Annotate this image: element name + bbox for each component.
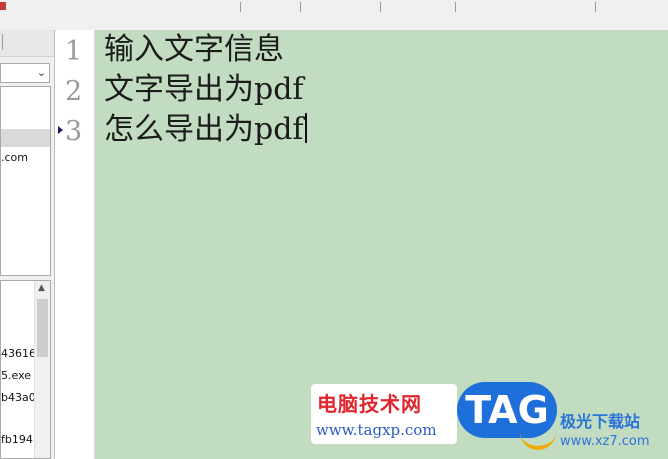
watermark-url: www.tagxp.com xyxy=(316,421,437,439)
line-number: 2 xyxy=(65,76,83,107)
left-panel-tab[interactable] xyxy=(0,30,54,57)
line-number: 1 xyxy=(65,36,83,67)
toolbar-separator xyxy=(380,2,381,12)
list-item[interactable]: 5.exe xyxy=(1,369,31,382)
scroll-up-icon[interactable]: ▲ xyxy=(38,283,45,293)
left-panel: ⌄ .com 43616 5.exe b43a0 fb194 ▲ xyxy=(0,30,55,459)
toolbar-separator xyxy=(455,2,456,12)
list-item[interactable]: .com xyxy=(1,151,28,164)
chevron-down-icon[interactable]: ⌄ xyxy=(37,66,46,79)
editor-line[interactable]: 怎么导出为pdf xyxy=(104,110,307,150)
watermark-brand: 电脑技术网 xyxy=(317,392,422,416)
scrollbar[interactable]: ▲ xyxy=(34,281,50,458)
selected-row[interactable] xyxy=(1,129,50,147)
line-number: 3 xyxy=(65,116,83,147)
list-item[interactable]: fb194 xyxy=(1,433,33,446)
tab-separator xyxy=(2,34,3,50)
toolbar-separator xyxy=(595,2,596,12)
toolbar-icon[interactable] xyxy=(0,2,6,10)
list-item[interactable]: b43a0 xyxy=(1,391,36,404)
folder-dropdown[interactable]: ⌄ xyxy=(0,63,50,83)
editor-line[interactable]: 文字导出为pdf xyxy=(104,70,304,110)
toolbar-separator xyxy=(300,2,301,12)
editor-line[interactable]: 输入文字信息 xyxy=(104,30,284,70)
line-text: 怎么导出为pdf xyxy=(104,112,304,147)
file-list[interactable]: 43616 5.exe b43a0 fb194 ▲ xyxy=(0,280,51,459)
text-caret xyxy=(304,113,307,143)
line-number-gutter: 1 2 3 xyxy=(56,30,95,459)
watermark-right-url: www.xz7.com xyxy=(560,434,650,449)
bookmark-marker-icon xyxy=(58,126,63,134)
line-text: 文字导出为pdf xyxy=(104,72,304,107)
scrollbar-thumb[interactable] xyxy=(37,299,48,357)
toolbar xyxy=(0,0,668,31)
line-text: 输入文字信息 xyxy=(104,32,284,67)
folder-list[interactable]: .com xyxy=(0,86,51,276)
toolbar-separator xyxy=(240,2,241,12)
list-item[interactable]: 43616 xyxy=(1,347,36,360)
watermark-right-brand: 极光下载站 xyxy=(560,412,641,431)
